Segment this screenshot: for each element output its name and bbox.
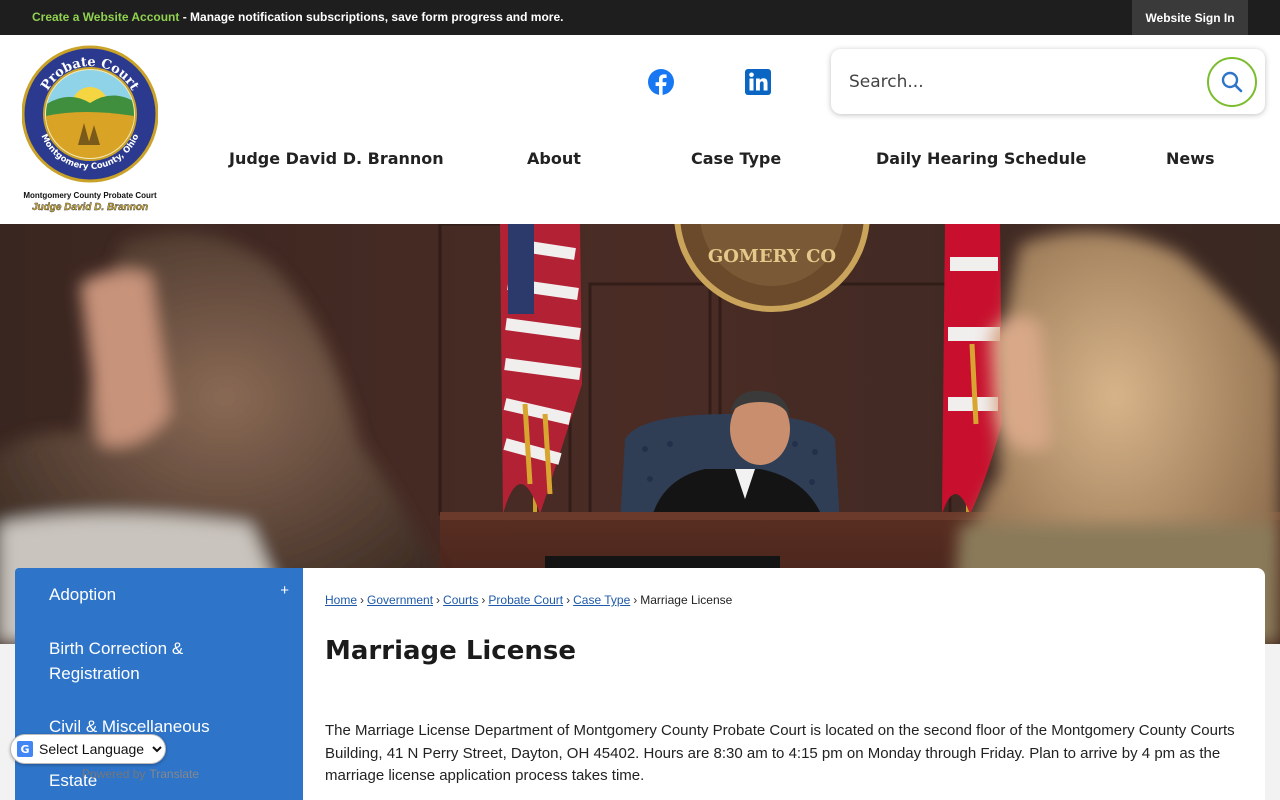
- sidebar-item-birth-correction[interactable]: Birth Correction & Registration: [49, 636, 269, 686]
- breadcrumb-separator: ›: [436, 593, 441, 607]
- search-button[interactable]: [1207, 57, 1257, 107]
- search-box: [831, 49, 1265, 114]
- search-icon: [1221, 71, 1243, 93]
- nav-news[interactable]: News: [1166, 149, 1215, 168]
- language-select[interactable]: Select Language: [35, 740, 165, 758]
- powered-by-text: Powered by: [82, 767, 146, 781]
- logo-caption-court: Montgomery County Probate Court: [23, 191, 157, 200]
- breadcrumb-separator: ›: [566, 593, 571, 607]
- page-body-text: The Marriage License Department of Montg…: [325, 722, 1235, 784]
- google-translate-icon: G: [17, 741, 33, 757]
- sidebar-item-adoption[interactable]: Adoption: [49, 582, 116, 607]
- breadcrumb-home[interactable]: Home: [325, 593, 357, 607]
- nav-judge[interactable]: Judge David D. Brannon: [229, 149, 444, 168]
- site-logo[interactable]: Probate Court Montgomery County, Ohio Mo…: [14, 45, 166, 217]
- nav-about[interactable]: About: [527, 149, 581, 168]
- facebook-icon[interactable]: [647, 68, 675, 96]
- hero-seal-text: GOMERY CO: [708, 246, 836, 267]
- site-header: Probate Court Montgomery County, Ohio Mo…: [0, 35, 1280, 224]
- account-message: Create a Website Account - Manage notifi…: [32, 10, 563, 24]
- breadcrumb-courts[interactable]: Courts: [443, 593, 478, 607]
- website-sign-in-button[interactable]: Website Sign In: [1132, 0, 1248, 35]
- breadcrumb-separator: ›: [481, 593, 486, 607]
- top-bar: Create a Website Account - Manage notifi…: [0, 0, 1280, 35]
- svg-text:G: G: [20, 743, 29, 756]
- translate-label[interactable]: Translate: [149, 767, 199, 781]
- search-input[interactable]: [849, 67, 1199, 97]
- breadcrumb-case-type[interactable]: Case Type: [573, 593, 630, 607]
- probate-court-seal-icon: Probate Court Montgomery County, Ohio: [22, 45, 158, 183]
- account-message-text: - Manage notification subscriptions, sav…: [179, 10, 564, 24]
- nav-case-type[interactable]: Case Type: [691, 149, 781, 168]
- main-content: Home › Government › Courts › Probate Court › Cas…: [303, 568, 1265, 800]
- create-account-link[interactable]: Create a Website Account: [32, 10, 179, 24]
- expand-icon[interactable]: +: [280, 582, 289, 599]
- breadcrumb-separator: ›: [633, 593, 638, 607]
- nav-daily-hearing-schedule[interactable]: Daily Hearing Schedule: [876, 149, 1086, 168]
- breadcrumb-separator: ›: [360, 593, 365, 607]
- translate-widget: G Select Language: [10, 734, 166, 764]
- breadcrumb-current: Marriage License: [640, 593, 733, 607]
- logo-caption-judge: Judge David D. Brannon: [31, 202, 149, 213]
- breadcrumb-probate-court[interactable]: Probate Court: [488, 593, 563, 607]
- breadcrumb: Home › Government › Courts › Probate Court › Cas…: [325, 593, 732, 607]
- linkedin-icon[interactable]: [744, 68, 772, 96]
- page-title: Marriage License: [325, 636, 576, 666]
- powered-by-translate: Powered by Translate: [82, 767, 199, 781]
- sidebar-menu: Adoption + Birth Correction & Registrati…: [15, 568, 303, 800]
- breadcrumb-government[interactable]: Government: [367, 593, 433, 607]
